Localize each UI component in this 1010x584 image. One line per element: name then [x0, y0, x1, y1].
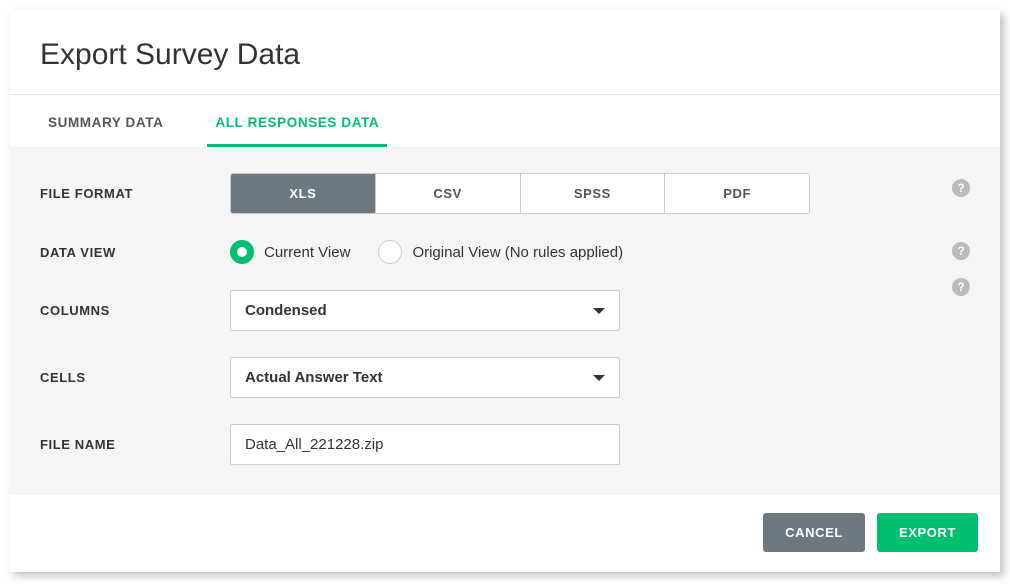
radio-current-view-label: Current View: [264, 244, 350, 261]
columns-select-value: Condensed: [245, 302, 327, 319]
file-name-input[interactable]: [230, 424, 620, 465]
file-format-group: XLS CSV SPSS PDF: [230, 173, 810, 214]
dialog-footer: CANCEL EXPORT: [10, 495, 1000, 572]
radio-unchecked-icon: [378, 240, 402, 264]
dialog-header: Export Survey Data: [10, 10, 1000, 95]
row-columns: COLUMNS Condensed ?: [40, 290, 970, 331]
radio-current-view[interactable]: Current View: [230, 240, 350, 264]
row-file-format: FILE FORMAT XLS CSV SPSS PDF ?: [40, 173, 970, 214]
tab-summary-data[interactable]: SUMMARY DATA: [40, 95, 171, 147]
cells-select-value: Actual Answer Text: [245, 369, 383, 386]
tab-bar: SUMMARY DATA ALL RESPONSES DATA: [10, 95, 1000, 147]
file-format-spss[interactable]: SPSS: [521, 174, 666, 213]
file-format-xls[interactable]: XLS: [231, 174, 376, 213]
export-button[interactable]: EXPORT: [877, 513, 978, 552]
label-columns: COLUMNS: [40, 303, 230, 318]
chevron-down-icon: [593, 375, 605, 381]
form-area: FILE FORMAT XLS CSV SPSS PDF ? DATA VIEW…: [10, 147, 1000, 495]
label-data-view: DATA VIEW: [40, 245, 230, 260]
row-cells: CELLS Actual Answer Text: [40, 357, 970, 398]
dialog-title: Export Survey Data: [40, 38, 970, 72]
label-file-format: FILE FORMAT: [40, 186, 230, 201]
row-data-view: DATA VIEW Current View Original View (No…: [40, 240, 970, 264]
help-icon[interactable]: ?: [952, 242, 970, 260]
label-file-name: FILE NAME: [40, 437, 230, 452]
help-icon[interactable]: ?: [952, 179, 970, 197]
file-format-csv[interactable]: CSV: [376, 174, 521, 213]
data-view-radio-group: Current View Original View (No rules app…: [230, 240, 623, 264]
radio-checked-icon: [230, 240, 254, 264]
file-format-pdf[interactable]: PDF: [665, 174, 809, 213]
tab-all-responses-data[interactable]: ALL RESPONSES DATA: [207, 95, 387, 147]
row-file-name: FILE NAME: [40, 424, 970, 465]
radio-original-view-label: Original View (No rules applied): [412, 244, 623, 261]
cells-select[interactable]: Actual Answer Text: [230, 357, 620, 398]
export-dialog: Export Survey Data SUMMARY DATA ALL RESP…: [10, 10, 1000, 572]
help-icon[interactable]: ?: [952, 278, 970, 296]
cancel-button[interactable]: CANCEL: [763, 513, 865, 552]
columns-select[interactable]: Condensed: [230, 290, 620, 331]
chevron-down-icon: [593, 308, 605, 314]
label-cells: CELLS: [40, 370, 230, 385]
radio-original-view[interactable]: Original View (No rules applied): [378, 240, 623, 264]
